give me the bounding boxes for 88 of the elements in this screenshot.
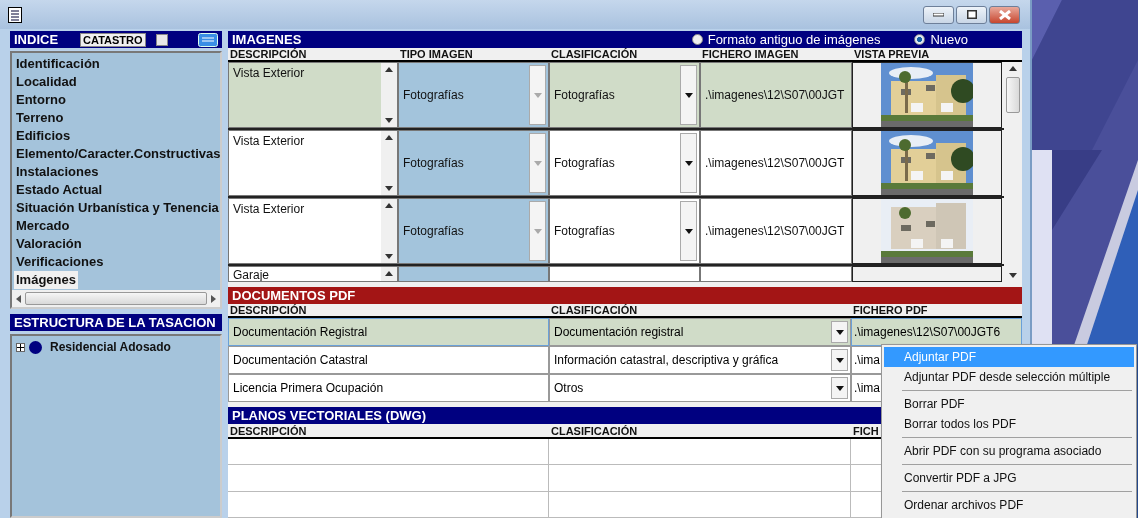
keyboard-icon[interactable] bbox=[198, 32, 218, 47]
menu-item[interactable]: Borrar todos los PDF bbox=[884, 414, 1134, 434]
caret-icon[interactable] bbox=[684, 228, 693, 234]
classification-dropdown[interactable]: Información catastral, descriptiva y gráfica bbox=[549, 346, 851, 375]
caret-icon[interactable] bbox=[835, 385, 844, 391]
minimize-button[interactable] bbox=[923, 5, 954, 24]
description-text: Vista Exterior bbox=[232, 65, 306, 83]
maximize-icon bbox=[966, 10, 977, 19]
column-header: TIPO IMAGEN bbox=[399, 48, 474, 61]
table-cell: .\imagenes\12\S07\00JGT bbox=[700, 130, 852, 197]
section-title: IMAGENES bbox=[232, 31, 302, 47]
scroll-down-icon[interactable] bbox=[1009, 273, 1017, 278]
scroll-thumb[interactable] bbox=[1006, 77, 1020, 114]
index-item[interactable]: Instalaciones bbox=[14, 163, 101, 181]
type-dropdown[interactable]: Fotografías bbox=[398, 62, 549, 129]
column-header: VISTA PREVIA bbox=[853, 48, 931, 61]
menu-item[interactable]: Abrir PDF con su programa asociado bbox=[884, 441, 1134, 461]
index-item[interactable]: Imágenes bbox=[14, 271, 78, 289]
caret-icon[interactable] bbox=[684, 160, 693, 166]
scroll-left-icon[interactable] bbox=[16, 294, 21, 303]
index-item[interactable]: Valoración bbox=[14, 235, 84, 253]
index-item[interactable]: Situación Urbanística y Tenencia bbox=[14, 199, 220, 217]
menu-item[interactable]: Ordenar archivos PDF bbox=[884, 495, 1134, 515]
index-item[interactable]: Entorno bbox=[14, 91, 68, 109]
scroll-up-icon[interactable] bbox=[385, 67, 393, 73]
table-cell: .\imagenes\12\S07\00JGT bbox=[700, 62, 852, 129]
section-title: INDICE bbox=[14, 32, 59, 47]
close-icon bbox=[998, 9, 1011, 20]
menu-item[interactable]: Convertir PDF a JPG bbox=[884, 468, 1134, 488]
section-title: DOCUMENTOS PDF bbox=[232, 287, 356, 303]
close-button[interactable] bbox=[989, 5, 1020, 24]
description-field[interactable]: Licencia Primera Ocupación bbox=[228, 374, 549, 403]
description-field[interactable]: Documentación Catastral bbox=[228, 346, 549, 375]
catastro-button[interactable]: CATASTRO bbox=[80, 32, 146, 47]
index-item[interactable]: Edificios bbox=[14, 127, 73, 145]
tree-item[interactable]: Residencial Adosado bbox=[50, 340, 171, 354]
column-header: DESCRIPCIÓN bbox=[229, 304, 308, 317]
node-icon bbox=[29, 340, 42, 354]
format-radio[interactable]: Nuevo bbox=[914, 31, 968, 47]
index-item[interactable]: Verificaciones bbox=[14, 253, 106, 271]
caret-icon[interactable] bbox=[835, 329, 844, 335]
column-header: CLASIFICACIÓN bbox=[550, 304, 639, 317]
scroll-up-icon[interactable] bbox=[385, 271, 393, 277]
column-header: CLASIFICACIÓN bbox=[550, 424, 639, 437]
classification-dropdown[interactable]: Fotografías bbox=[549, 62, 700, 129]
column-header: FICH bbox=[852, 424, 880, 437]
app-icon[interactable] bbox=[8, 6, 22, 23]
column-header: DESCRIPCIÓN bbox=[229, 48, 308, 61]
type-dropdown[interactable]: Fotografías bbox=[398, 198, 549, 265]
scroll-down-icon[interactable] bbox=[385, 186, 393, 192]
minimize-icon bbox=[933, 12, 944, 17]
expand-icon[interactable] bbox=[16, 342, 25, 352]
scroll-down-icon[interactable] bbox=[385, 254, 393, 260]
classification-dropdown[interactable]: Fotografías bbox=[549, 198, 700, 265]
classification-dropdown[interactable]: Fotografías bbox=[549, 130, 700, 197]
format-radio[interactable]: Formato antiguo de imágenes bbox=[691, 31, 881, 47]
index-item[interactable]: Mercado bbox=[14, 217, 72, 235]
index-item[interactable]: Terreno bbox=[14, 109, 66, 127]
scroll-right-icon[interactable] bbox=[211, 294, 216, 303]
checkbox[interactable] bbox=[155, 33, 168, 46]
index-item[interactable]: Identificación bbox=[14, 55, 102, 73]
description-field[interactable]: Documentación Registral bbox=[228, 318, 549, 347]
table-cell: .\imagenes\12\S07\00JGT6 bbox=[851, 318, 1022, 347]
column-header: FICHERO IMAGEN bbox=[701, 48, 800, 61]
description-text: Garaje bbox=[232, 267, 271, 282]
description-text: Vista Exterior bbox=[232, 201, 306, 219]
maximize-button[interactable] bbox=[956, 5, 987, 24]
horizontal-scrollbar[interactable] bbox=[12, 290, 220, 307]
column-header: FICHERO PDF bbox=[852, 304, 929, 317]
classification-dropdown[interactable]: Otros bbox=[549, 374, 851, 403]
section-title: PLANOS VECTORIALES (DWG) bbox=[232, 408, 427, 424]
column-header: DESCRIPCIÓN bbox=[229, 424, 308, 437]
scroll-down-icon[interactable] bbox=[385, 118, 393, 124]
type-dropdown[interactable]: Fotografías bbox=[398, 130, 549, 197]
classification-dropdown[interactable]: Documentación registral bbox=[549, 318, 851, 347]
section-title: ESTRUCTURA DE LA TASACION bbox=[14, 315, 216, 330]
index-item[interactable]: Estado Actual bbox=[14, 181, 105, 199]
scroll-up-icon[interactable] bbox=[385, 203, 393, 209]
description-text: Vista Exterior bbox=[232, 133, 306, 151]
scroll-up-icon[interactable] bbox=[1009, 66, 1017, 72]
table-cell: .\imagenes\12\S07\00JGT bbox=[700, 198, 852, 265]
index-item[interactable]: Elemento/Caracter.Constructivas bbox=[14, 145, 220, 163]
caret-icon[interactable] bbox=[684, 92, 693, 98]
scroll-up-icon[interactable] bbox=[385, 135, 393, 141]
caret-icon[interactable] bbox=[835, 357, 844, 363]
column-header: CLASIFICACIÓN bbox=[550, 48, 639, 61]
scroll-thumb[interactable] bbox=[25, 292, 207, 305]
index-item[interactable]: Localidad bbox=[14, 73, 79, 91]
